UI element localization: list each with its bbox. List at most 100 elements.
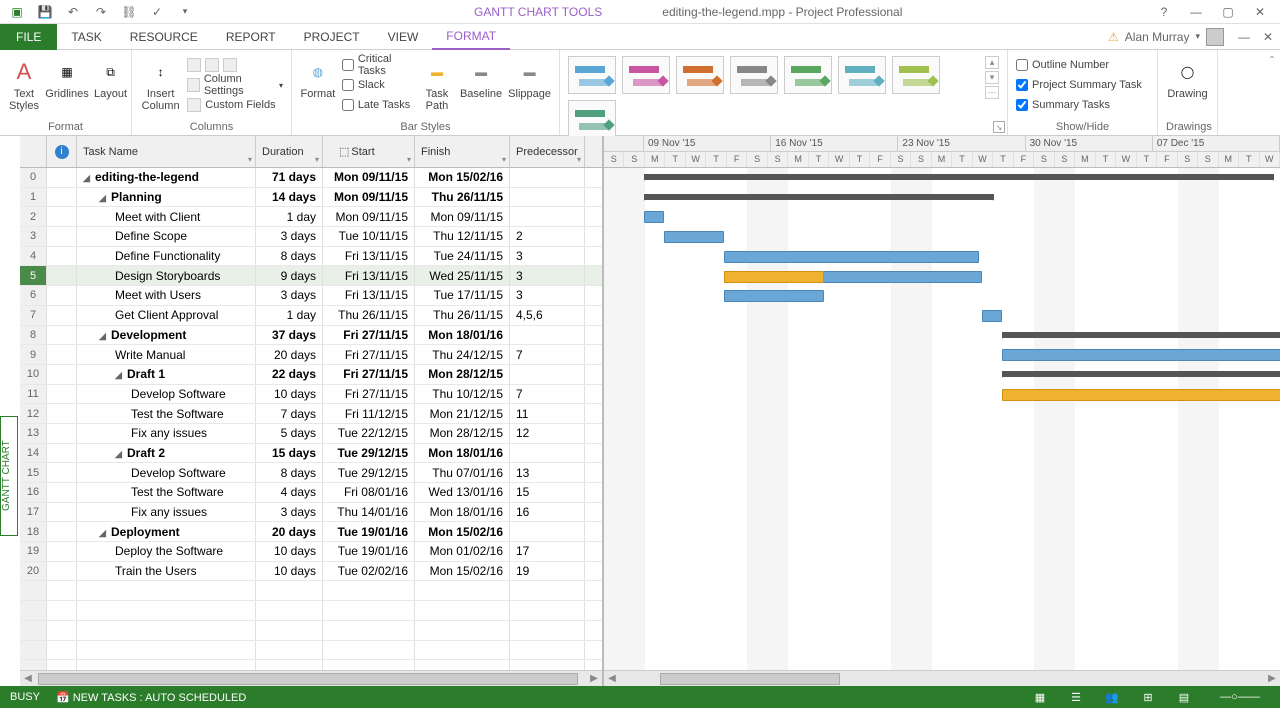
signin-area[interactable]: ⚠ Alan Murray ▾ [1108,28,1232,46]
tab-task[interactable]: TASK [57,24,115,50]
help-icon[interactable]: ? [1152,3,1176,21]
view-tab-gantt[interactable]: GANTT CHART [0,416,18,536]
redo-icon[interactable]: ↷ [92,3,110,21]
contextual-tab-title: GANTT CHART TOOLS [474,5,602,19]
view-resource-icon[interactable]: ⊞ [1138,691,1158,704]
maximize-icon[interactable]: ▢ [1216,3,1240,21]
barstyles-group-label: Bar Styles [300,121,551,135]
quick-access-toolbar: ▣ 💾 ↶ ↷ ⛓ ✓ ▾ [0,3,194,21]
slippage-button[interactable]: ▬Slippage [508,56,551,100]
task-row[interactable]: 12 Test the Software 7 daysFri 11/12/15 … [20,404,602,424]
task-row[interactable]: 11 Develop Software 10 daysFri 27/11/15 … [20,385,602,405]
format-bar-button[interactable]: ◍Format [300,56,336,100]
gantt-style-gallery[interactable] [568,56,975,138]
minimize-icon[interactable]: — [1184,3,1208,21]
title-bar: ▣ 💾 ↶ ↷ ⛓ ✓ ▾ GANTT CHART TOOLS editing-… [0,0,1280,24]
gantt-chart-area[interactable] [604,168,1280,670]
doc-close-icon[interactable]: ✕ [1256,28,1280,46]
col-finish[interactable]: Finish▾ [415,136,510,167]
late-tasks-checkbox[interactable]: Late Tasks [342,96,414,114]
insert-column-button[interactable]: ↕Insert Column [140,56,181,112]
task-row[interactable]: 19 Deploy the Software 10 daysTue 19/01/… [20,542,602,562]
status-newtasks: 📅 NEW TASKS : AUTO SCHEDULED [56,691,246,704]
link-icon[interactable]: ⛓ [120,3,138,21]
task-row[interactable]: 2 Meet with Client 1 dayMon 09/11/15 Mon… [20,207,602,227]
collapse-ribbon-icon[interactable]: ˆ [1270,54,1274,68]
col-duration[interactable]: Duration▾ [256,136,323,167]
view-gantt-icon[interactable]: ▦ [1030,691,1050,704]
drawing-button[interactable]: ◯Drawing [1166,56,1209,100]
tab-view[interactable]: VIEW [374,24,433,50]
task-row[interactable]: 13 Fix any issues 5 daysTue 22/12/15 Mon… [20,424,602,444]
outline-number-checkbox[interactable]: Outline Number [1016,56,1142,74]
col-predecessors[interactable]: Predecessor▾ [510,136,585,167]
save-icon[interactable]: 💾 [36,3,54,21]
summary-tasks-checkbox[interactable]: Summary Tasks [1016,96,1142,114]
qat-more-icon[interactable]: ▾ [176,3,194,21]
col-start[interactable]: ⬚Start▾ [323,136,415,167]
gallery-down-icon[interactable]: ▾ [985,71,999,84]
project-icon[interactable]: ▣ [8,3,26,21]
task-row[interactable]: 0 ◢editing-the-legend 71 daysMon 09/11/1… [20,168,602,188]
layout-button[interactable]: ⧉Layout [94,56,127,100]
col-task-name[interactable]: Task Name▾ [77,136,256,167]
task-row[interactable]: 5 Design Storyboards 9 daysFri 13/11/15 … [20,266,602,286]
tab-report[interactable]: REPORT [212,24,290,50]
left-scrollbar[interactable]: ◀▶ [20,670,602,686]
gallery-more-icon[interactable]: ⋯ [985,86,999,99]
signin-name: Alan Murray [1125,30,1190,44]
window-title: editing-the-legend.mpp - Project Profess… [662,5,902,19]
close-icon[interactable]: ✕ [1248,3,1272,21]
project-summary-checkbox[interactable]: Project Summary Task [1016,76,1142,94]
columns-group-label: Columns [140,121,283,135]
view-team-icon[interactable]: 👥 [1102,691,1122,704]
task-row[interactable]: 10 ◢Draft 1 22 daysFri 27/11/15 Mon 28/1… [20,365,602,385]
view-report-icon[interactable]: ▤ [1174,691,1194,704]
timeline-header[interactable]: 09 Nov '1516 Nov '1523 Nov '1530 Nov '15… [604,136,1280,168]
task-row[interactable]: 8 ◢Development 37 daysFri 27/11/15 Mon 1… [20,326,602,346]
zoom-slider[interactable]: —○—— [1210,691,1270,703]
baseline-button[interactable]: ▬Baseline [460,56,502,100]
task-row[interactable]: 6 Meet with Users 3 daysFri 13/11/15 Tue… [20,286,602,306]
tab-resource[interactable]: RESOURCE [116,24,212,50]
align-buttons[interactable] [187,56,283,74]
tab-format[interactable]: FORMAT [432,24,510,50]
critical-tasks-checkbox[interactable]: Critical Tasks [342,56,414,74]
right-scrollbar[interactable]: ◀▶ [604,670,1280,686]
task-row[interactable]: 14 ◢Draft 2 15 daysTue 29/12/15 Mon 18/0… [20,444,602,464]
ribbon-tabs: FILE TASK RESOURCE REPORT PROJECT VIEW F… [0,24,1280,50]
ribbon: AText Styles ▦Gridlines ⧉Layout Format ↕… [0,50,1280,136]
column-settings-button[interactable]: Column Settings▾ [187,76,283,94]
text-styles-button[interactable]: AText Styles [8,56,40,112]
tab-file[interactable]: FILE [0,24,57,50]
undo-icon[interactable]: ↶ [64,3,82,21]
task-path-button[interactable]: ▬Task Path [420,56,454,112]
task-row[interactable]: 20 Train the Users 10 daysTue 02/02/16 M… [20,562,602,582]
task-row[interactable]: 1 ◢Planning 14 daysMon 09/11/15 Thu 26/1… [20,188,602,208]
task-row[interactable]: 7 Get Client Approval 1 dayThu 26/11/15 … [20,306,602,326]
view-task-icon[interactable]: ☰ [1066,691,1086,704]
task-row[interactable]: 18 ◢Deployment 20 daysTue 19/01/16 Mon 1… [20,522,602,542]
doc-minimize-icon[interactable]: — [1232,28,1256,46]
tab-project[interactable]: PROJECT [290,24,374,50]
task-row[interactable]: 3 Define Scope 3 daysTue 10/11/15 Thu 12… [20,227,602,247]
status-bar: BUSY 📅 NEW TASKS : AUTO SCHEDULED ▦ ☰ 👥 … [0,686,1280,708]
column-headers: i Task Name▾ Duration▾ ⬚Start▾ Finish▾ P… [20,136,602,168]
custom-fields-button[interactable]: Custom Fields [187,96,283,114]
gallery-up-icon[interactable]: ▴ [985,56,999,69]
task-row[interactable]: 17 Fix any issues 3 daysThu 14/01/16 Mon… [20,503,602,523]
task-row[interactable]: 16 Test the Software 4 daysFri 08/01/16 … [20,483,602,503]
task-grid[interactable]: 0 ◢editing-the-legend 71 daysMon 09/11/1… [20,168,602,670]
dialog-launcher-icon[interactable]: ↘ [993,121,1005,133]
status-busy: BUSY [10,691,40,703]
avatar-icon [1206,28,1224,46]
task-row[interactable]: 9 Write Manual 20 daysFri 27/11/15 Thu 2… [20,345,602,365]
task-row[interactable]: 4 Define Functionality 8 daysFri 13/11/1… [20,247,602,267]
task-row[interactable]: 15 Develop Software 8 daysTue 29/12/15 T… [20,463,602,483]
col-info[interactable]: i [47,136,77,167]
col-rownum[interactable] [20,136,47,167]
gridlines-button[interactable]: ▦Gridlines [46,56,88,100]
format-group-label: Format [8,121,123,135]
check-icon[interactable]: ✓ [148,3,166,21]
slack-checkbox[interactable]: Slack [342,76,414,94]
